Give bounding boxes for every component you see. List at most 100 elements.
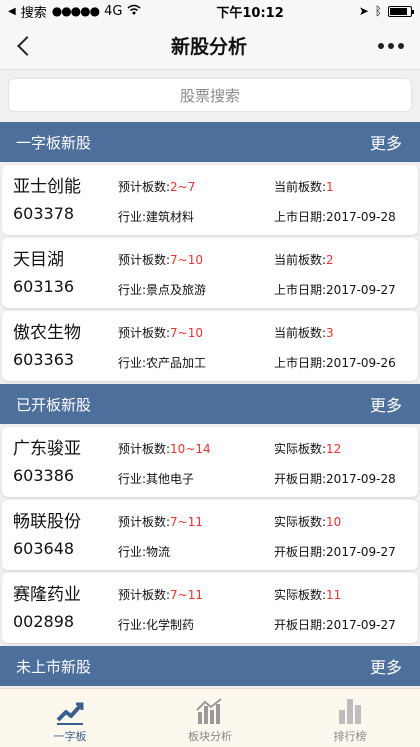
board-count-label: 实际板数: <box>274 588 327 602</box>
industry: 行业:化学制药 <box>118 618 195 632</box>
section-title: 已开板新股 <box>16 395 92 414</box>
board-count-value: 1 <box>326 180 334 194</box>
expected-boards-value: 7~11 <box>170 588 204 602</box>
stock-name: 亚士创能 <box>13 177 81 197</box>
expected-boards-label: 预计板数: <box>118 326 171 340</box>
stock-card[interactable]: 傲农生物 603363 预计板数:7~10 行业:农产品加工 当前板数:3 上市日期:20… <box>2 311 418 381</box>
section-header: 未上市新股 更多 <box>0 646 420 686</box>
status-bar: ◀ 搜索 ●●●●● 4G 下午10:12 ➤ ᛒ <box>0 0 420 22</box>
tab-sector-analysis[interactable]: 板块分析 <box>140 689 280 747</box>
stock-name: 广东骏亚 <box>13 439 81 459</box>
board-count-label: 当前板数: <box>274 180 327 194</box>
tab-ranking[interactable]: 排行榜 <box>280 689 420 747</box>
industry: 行业:物流 <box>118 545 171 559</box>
expected-boards-value: 10~14 <box>170 442 211 456</box>
more-link[interactable]: 更多 <box>370 654 402 678</box>
expected-boards-label: 预计板数: <box>118 180 171 194</box>
board-count-value: 12 <box>326 442 342 456</box>
location-icon: ➤ <box>358 4 369 18</box>
network-label: 4G <box>104 3 123 19</box>
tab-label: 一字板 <box>53 730 87 743</box>
more-link[interactable]: 更多 <box>370 392 402 416</box>
board-count: 当前板数:2 <box>274 251 334 268</box>
board-count: 当前板数:1 <box>274 178 334 195</box>
board-count-value: 11 <box>326 588 342 602</box>
date: 开板日期:2017-09-28 <box>274 472 396 486</box>
expected-boards-label: 预计板数: <box>118 253 171 267</box>
nav-bar: 新股分析 <box>0 22 420 70</box>
industry: 行业:景点及旅游 <box>118 283 207 297</box>
carrier-label: 搜索 <box>20 5 47 21</box>
expected-boards: 预计板数:7~10 <box>118 324 203 341</box>
search-input[interactable]: 股票搜索 <box>8 78 412 112</box>
date: 开板日期:2017-09-27 <box>274 618 396 632</box>
more-icon[interactable] <box>377 42 408 49</box>
status-time: 下午10:12 <box>216 5 284 21</box>
board-count-value: 3 <box>326 326 334 340</box>
bar-line-chart-icon <box>196 698 222 724</box>
industry: 行业:建筑材料 <box>118 210 195 224</box>
board-count-value: 10 <box>326 515 342 529</box>
more-link[interactable]: 更多 <box>370 130 402 154</box>
bluetooth-icon: ᛒ <box>374 4 382 18</box>
stock-card[interactable]: 赛隆药业 002898 预计板数:7~11 行业:化学制药 实际板数:11 开板日期:20… <box>2 573 418 643</box>
tab-label: 板块分析 <box>188 730 232 743</box>
search-bar: 股票搜索 <box>0 70 420 122</box>
board-count: 实际板数:10 <box>274 513 341 530</box>
bar-chart-icon <box>339 699 361 724</box>
expected-boards-value: 7~10 <box>170 253 204 267</box>
line-chart-icon <box>56 702 84 725</box>
wifi-icon <box>127 4 141 19</box>
board-count-label: 实际板数: <box>274 515 327 529</box>
date: 上市日期:2017-09-27 <box>274 283 396 297</box>
board-count: 实际板数:12 <box>274 440 341 457</box>
back-to-app-icon[interactable]: ◀ <box>8 6 16 17</box>
industry: 行业:农产品加工 <box>118 356 207 370</box>
tab-label: 排行榜 <box>333 730 367 743</box>
stock-card[interactable]: 天目湖 603136 预计板数:7~10 行业:景点及旅游 当前板数:2 上市日期:201… <box>2 238 418 308</box>
expected-boards: 预计板数:10~14 <box>118 440 211 457</box>
stock-card[interactable]: 畅联股份 603648 预计板数:7~11 行业:物流 实际板数:10 开板日期:2017… <box>2 500 418 570</box>
board-count-value: 2 <box>326 253 334 267</box>
expected-boards-value: 7~11 <box>170 515 204 529</box>
expected-boards-value: 7~10 <box>170 326 204 340</box>
stock-code: 002898 <box>13 612 75 631</box>
stock-name: 天目湖 <box>13 250 64 270</box>
expected-boards-label: 预计板数: <box>118 588 171 602</box>
section-header: 一字板新股 更多 <box>0 122 420 162</box>
expected-boards-label: 预计板数: <box>118 515 171 529</box>
stock-name: 畅联股份 <box>13 512 81 532</box>
stock-code: 603378 <box>13 204 75 223</box>
tab-yiziban[interactable]: 一字板 <box>0 689 140 747</box>
section-title: 未上市新股 <box>16 657 92 676</box>
battery-icon <box>388 5 414 17</box>
board-count-label: 当前板数: <box>274 253 327 267</box>
back-icon[interactable] <box>12 32 40 60</box>
stock-card[interactable]: 亚士创能 603378 预计板数:2~7 行业:建筑材料 当前板数:1 上市日期:2017… <box>2 165 418 235</box>
stock-code: 603386 <box>13 466 75 485</box>
board-count-label: 当前板数: <box>274 326 327 340</box>
expected-boards: 预计板数:7~11 <box>118 513 203 530</box>
board-count: 当前板数:3 <box>274 324 334 341</box>
stock-code: 603363 <box>13 350 75 369</box>
expected-boards: 预计板数:7~10 <box>118 251 203 268</box>
expected-boards: 预计板数:7~11 <box>118 586 203 603</box>
expected-boards: 预计板数:2~7 <box>118 178 195 195</box>
industry: 行业:其他电子 <box>118 472 195 486</box>
section-body: 广东骏亚 603386 预计板数:10~14 行业:其他电子 实际板数:12 开板日期:2… <box>0 424 420 643</box>
stock-sections: 一字板新股 更多 亚士创能 603378 预计板数:2~7 行业:建筑材料 当前板数:1 上市… <box>0 122 420 689</box>
date: 开板日期:2017-09-27 <box>274 545 396 559</box>
board-count-label: 实际板数: <box>274 442 327 456</box>
expected-boards-value: 2~7 <box>170 180 196 194</box>
page-title: 新股分析 <box>170 36 247 58</box>
stock-card[interactable]: 广东骏亚 603386 预计板数:10~14 行业:其他电子 实际板数:12 开板日期:2… <box>2 427 418 497</box>
tab-bar: 一字板 板块分析 排行榜 <box>0 688 420 747</box>
section-header: 已开板新股 更多 <box>0 384 420 424</box>
section-body: 亚士创能 603378 预计板数:2~7 行业:建筑材料 当前板数:1 上市日期:2017… <box>0 162 420 381</box>
board-count: 实际板数:11 <box>274 586 341 603</box>
stock-name: 赛隆药业 <box>13 585 81 605</box>
date: 上市日期:2017-09-26 <box>274 356 396 370</box>
expected-boards-label: 预计板数: <box>118 442 171 456</box>
stock-code: 603136 <box>13 277 75 296</box>
signal-icon: ●●●●● <box>51 4 100 18</box>
